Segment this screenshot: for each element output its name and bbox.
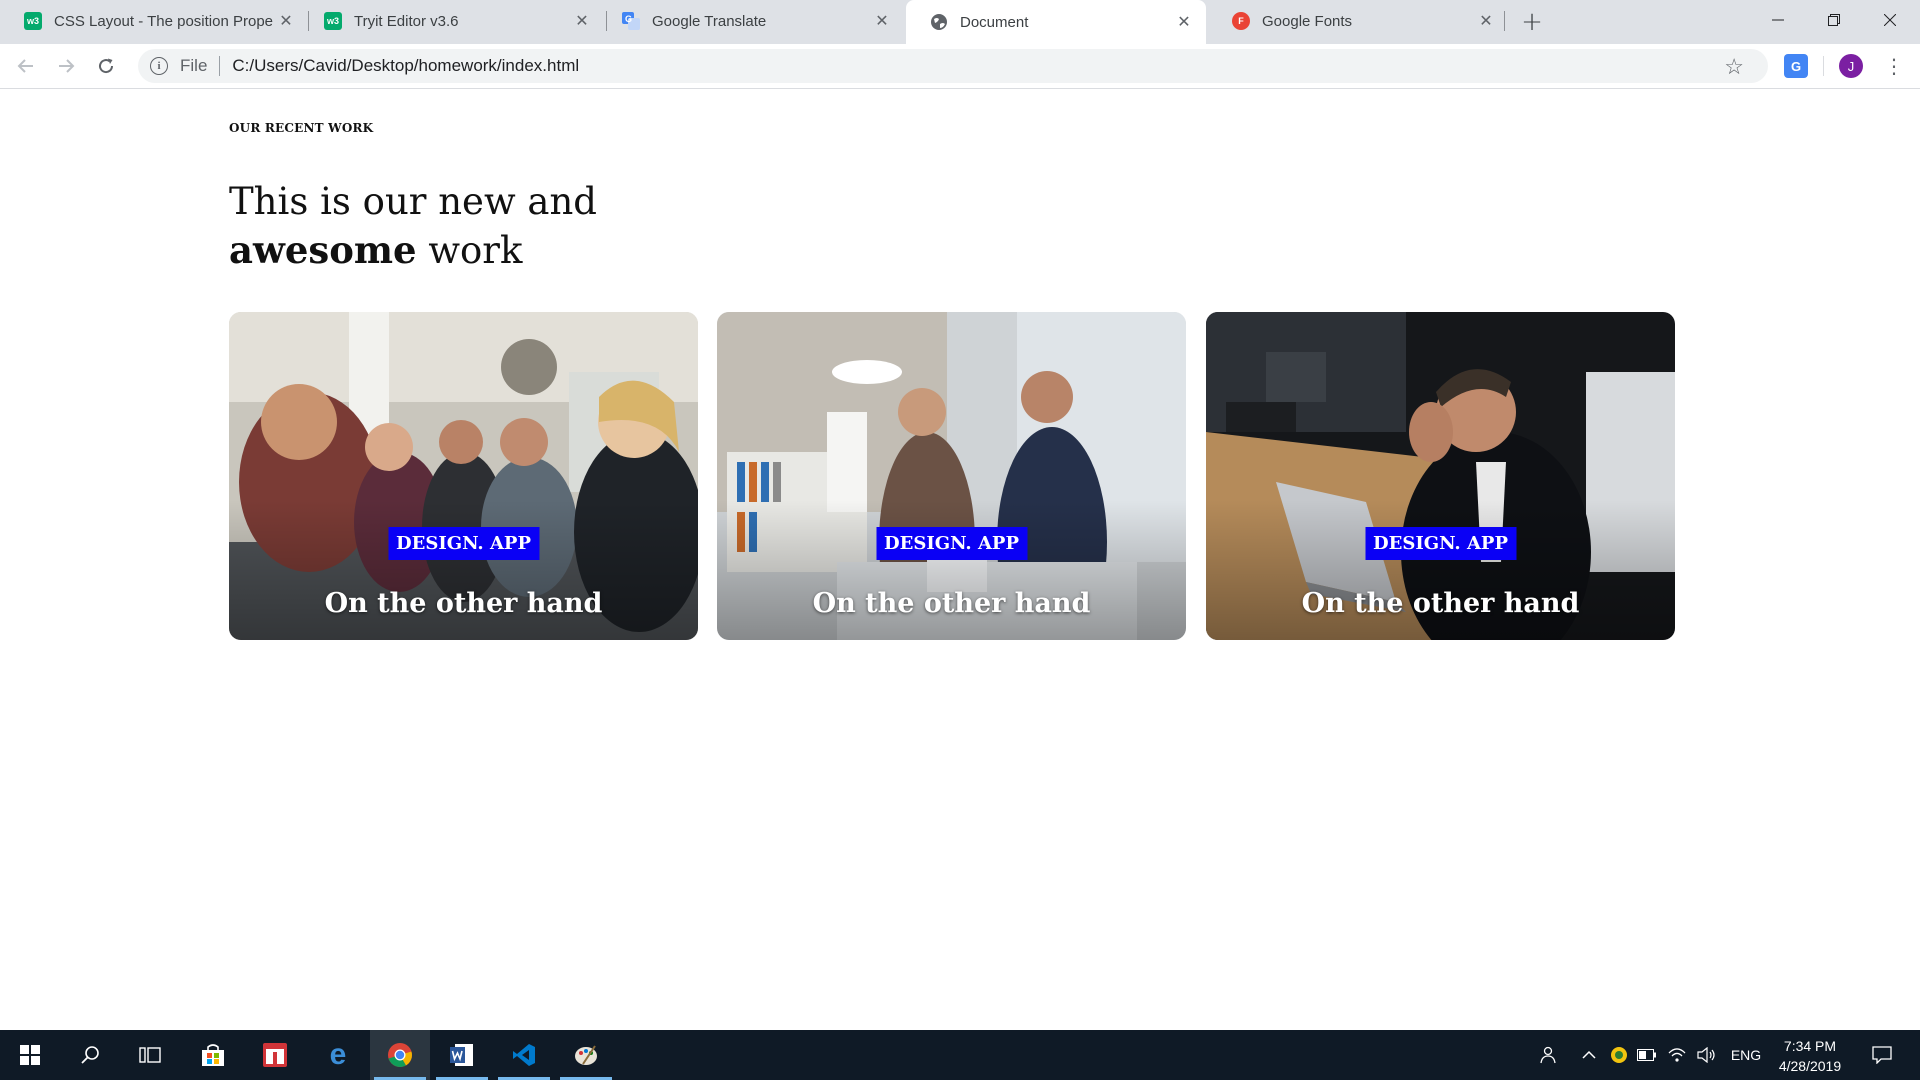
browser-tab-strip: w3 CSS Layout - The position Proper ✕ w3… [0, 0, 1920, 44]
gift-app[interactable] [245, 1030, 305, 1080]
arrow-left-icon [17, 59, 33, 73]
gift-icon [263, 1043, 287, 1067]
windows-logo-icon [20, 1045, 40, 1065]
card-badge: DESIGN. APP [388, 527, 539, 560]
work-card[interactable]: DESIGN. APP On the other hand [1206, 312, 1675, 640]
work-cards: DESIGN. APP On the other hand DESIGN. AP… [229, 312, 1675, 640]
globe-favicon-icon [930, 13, 948, 31]
forward-button[interactable] [50, 50, 82, 82]
edge-app[interactable]: e [308, 1030, 368, 1080]
paint-palette-icon [575, 1045, 597, 1065]
people-icon[interactable] [1532, 1030, 1562, 1080]
translate-extension-icon[interactable]: G [1784, 54, 1808, 78]
bookmark-star-icon[interactable]: ☆ [1724, 54, 1744, 80]
tab-title: CSS Layout - The position Proper [54, 12, 274, 30]
tab-google-translate[interactable]: G Google Translate ✕ [598, 0, 904, 42]
tab-tryit-editor[interactable]: w3 Tryit Editor v3.6 ✕ [300, 0, 604, 42]
close-tab-icon[interactable]: ✕ [870, 9, 894, 33]
headline-line-1: This is our new and [229, 180, 597, 223]
store-bag-icon [202, 1044, 224, 1066]
card-caption: On the other hand [812, 588, 1091, 619]
start-button[interactable] [0, 1030, 60, 1080]
vscode-app[interactable] [494, 1030, 554, 1080]
address-bar[interactable]: i File C:/Users/Cavid/Desktop/homework/i… [138, 49, 1768, 83]
w3schools-favicon-icon: w3 [324, 12, 342, 30]
task-view-button[interactable] [120, 1030, 180, 1080]
wifi-icon[interactable] [1666, 1030, 1688, 1080]
battery-icon[interactable] [1636, 1030, 1658, 1080]
windows-taskbar: e ENG 7:34 PM 4/28/2019 [0, 1030, 1920, 1080]
address-divider [219, 56, 221, 76]
word-app[interactable] [432, 1030, 492, 1080]
tab-google-fonts[interactable]: F Google Fonts ✕ [1208, 0, 1508, 42]
profile-avatar[interactable]: J [1839, 54, 1863, 78]
tab-title: Tryit Editor v3.6 [354, 12, 459, 30]
edge-icon: e [329, 1038, 347, 1071]
tab-title: Google Fonts [1262, 12, 1353, 30]
tab-title: Google Translate [652, 12, 767, 30]
restore-button[interactable] [1806, 0, 1862, 40]
close-tab-icon[interactable]: ✕ [570, 9, 594, 33]
headline-rest: work [416, 229, 523, 272]
address-scheme-label: File [180, 56, 208, 75]
tab-document[interactable]: Document ✕ [906, 0, 1206, 44]
tab-css-layout[interactable]: w3 CSS Layout - The position Proper ✕ [0, 0, 308, 42]
site-info-icon[interactable]: i [150, 57, 168, 75]
system-clock[interactable]: 7:34 PM 4/28/2019 [1765, 1036, 1855, 1076]
new-tab-button[interactable]: + [1518, 7, 1546, 37]
clock-time: 7:34 PM [1783, 1038, 1837, 1054]
work-card[interactable]: DESIGN. APP On the other hand [229, 312, 698, 640]
google-translate-favicon-icon: G [622, 12, 640, 30]
card-caption: On the other hand [1301, 588, 1580, 619]
store-app[interactable] [183, 1030, 243, 1080]
back-button[interactable] [10, 50, 42, 82]
chrome-icon [388, 1043, 412, 1067]
section-eyebrow: OUR RECENT WORK [229, 121, 374, 135]
search-button[interactable] [60, 1030, 120, 1080]
card-badge: DESIGN. APP [876, 527, 1027, 560]
clock-date: 4/28/2019 [1778, 1058, 1842, 1074]
paint-app[interactable] [556, 1030, 616, 1080]
language-indicator[interactable]: ENG [1728, 1030, 1764, 1080]
close-tab-icon[interactable]: ✕ [1474, 9, 1498, 33]
address-url[interactable]: C:/Users/Cavid/Desktop/homework/index.ht… [232, 56, 579, 76]
browser-menu-icon[interactable]: ⋮ [1880, 52, 1908, 80]
chrome-app[interactable] [370, 1030, 430, 1080]
word-icon [450, 1044, 473, 1066]
search-icon [81, 1046, 99, 1064]
reload-icon [99, 58, 114, 74]
notification-center-icon[interactable] [1862, 1030, 1902, 1080]
svg-text:G: G [625, 14, 632, 24]
browser-toolbar: i File C:/Users/Cavid/Desktop/homework/i… [0, 44, 1920, 89]
arrow-right-icon [59, 59, 75, 73]
work-card[interactable]: DESIGN. APP On the other hand [717, 312, 1186, 640]
vscode-icon [513, 1044, 535, 1066]
google-fonts-favicon-icon: F [1232, 12, 1250, 30]
close-tab-icon[interactable]: ✕ [274, 9, 298, 33]
task-view-icon [139, 1047, 161, 1063]
minimize-button[interactable] [1750, 0, 1806, 40]
chevron-up-icon[interactable] [1578, 1030, 1600, 1080]
close-tab-icon[interactable]: ✕ [1172, 10, 1196, 34]
update-status-icon[interactable] [1608, 1030, 1630, 1080]
page-headline: This is our new and awesome work [229, 177, 829, 275]
tab-title: Document [960, 13, 1029, 31]
headline-bold-word: awesome [229, 228, 417, 272]
page-viewport: OUR RECENT WORK This is our new and awes… [0, 89, 1920, 1030]
reload-button[interactable] [90, 50, 122, 82]
volume-icon[interactable] [1696, 1030, 1718, 1080]
card-badge: DESIGN. APP [1365, 527, 1516, 560]
card-caption: On the other hand [324, 588, 603, 619]
w3schools-favicon-icon: w3 [24, 12, 42, 30]
close-window-button[interactable] [1862, 0, 1918, 40]
